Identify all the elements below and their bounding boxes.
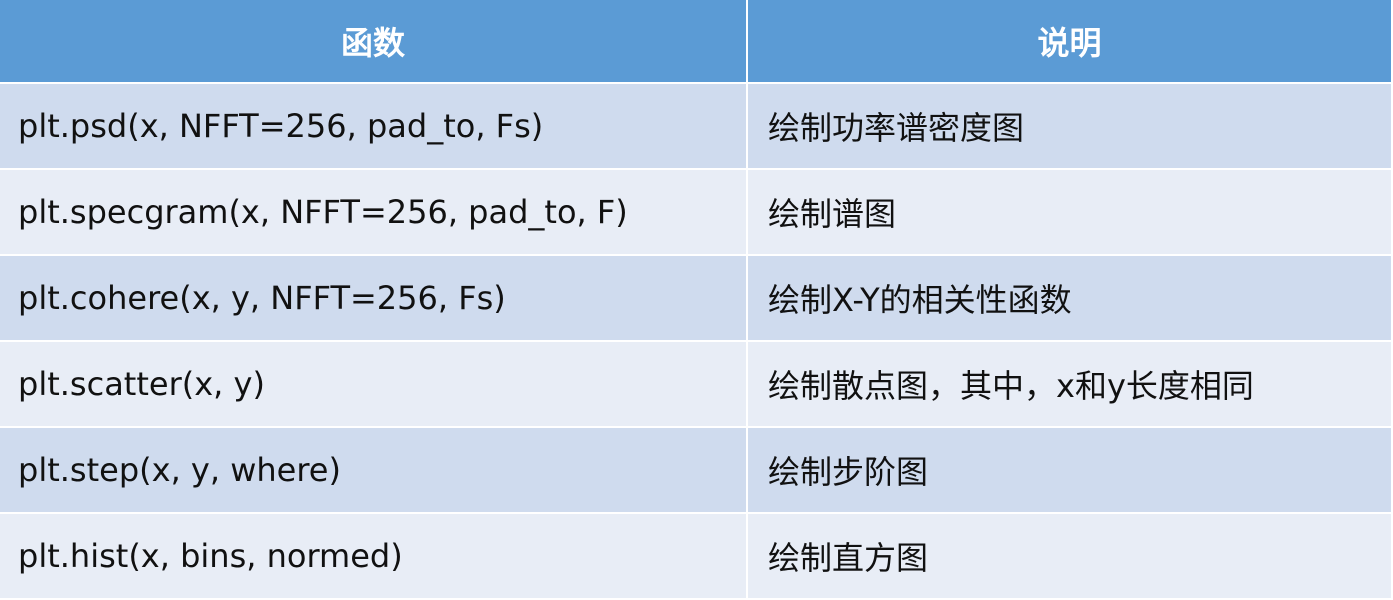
description-cell: 绘制直方图	[748, 514, 1393, 600]
function-cell: plt.hist(x, bins, normed)	[0, 514, 748, 600]
header-function: 函数	[0, 0, 748, 84]
description-cell: 绘制步阶图	[748, 428, 1393, 514]
function-table: 函数 说明 plt.psd(x, NFFT=256, pad_to, Fs) 绘…	[0, 0, 1393, 600]
function-cell: plt.cohere(x, y, NFFT=256, Fs)	[0, 256, 748, 342]
description-cell: 绘制散点图，其中，x和y长度相同	[748, 342, 1393, 428]
function-cell: plt.specgram(x, NFFT=256, pad_to, F)	[0, 170, 748, 256]
description-cell: 绘制功率谱密度图	[748, 84, 1393, 170]
description-cell: 绘制X-Y的相关性函数	[748, 256, 1393, 342]
description-cell: 绘制谱图	[748, 170, 1393, 256]
function-cell: plt.scatter(x, y)	[0, 342, 748, 428]
function-cell: plt.psd(x, NFFT=256, pad_to, Fs)	[0, 84, 748, 170]
function-cell: plt.step(x, y, where)	[0, 428, 748, 514]
header-description: 说明	[748, 0, 1393, 84]
